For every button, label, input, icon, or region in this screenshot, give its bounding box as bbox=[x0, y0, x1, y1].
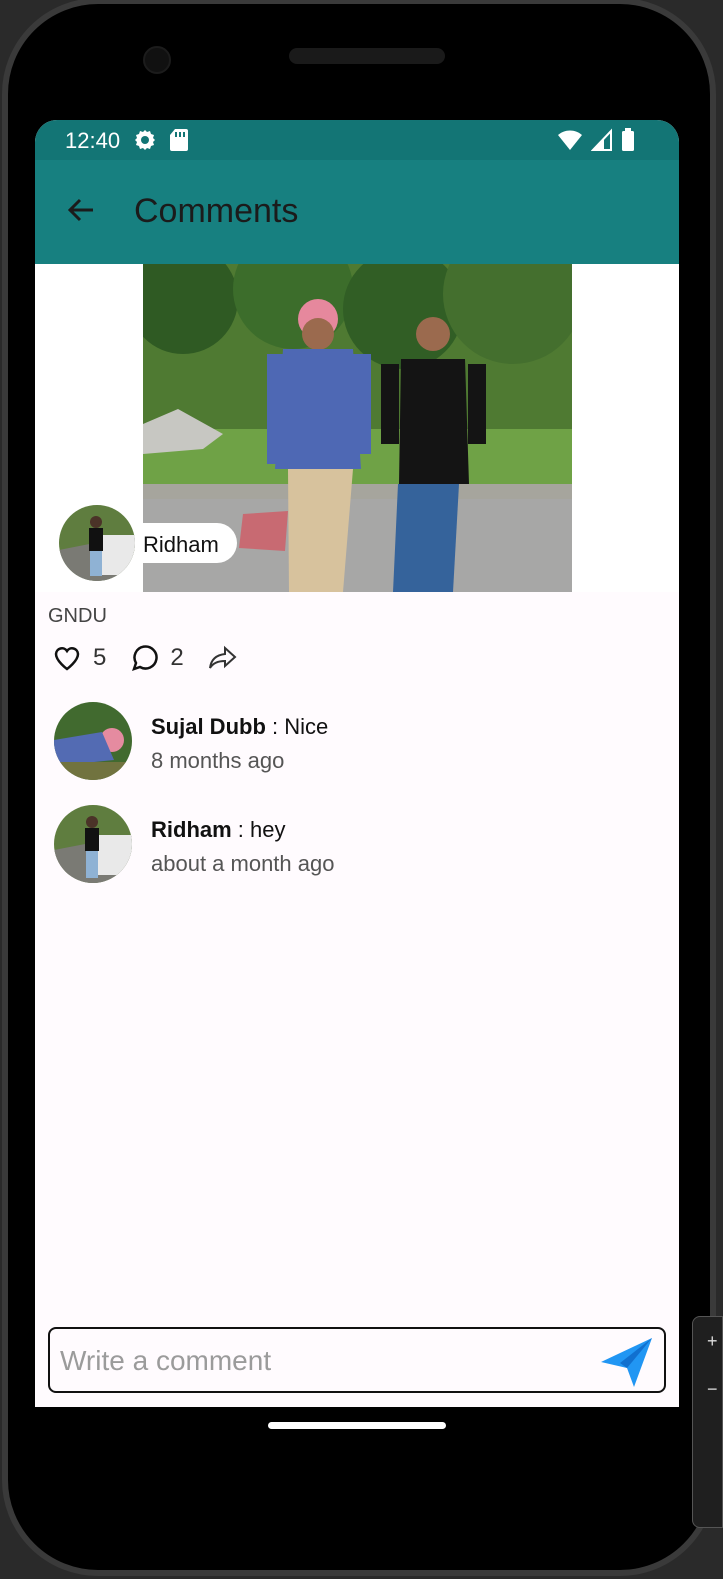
comment-body: hey bbox=[250, 817, 286, 842]
comment-avatar[interactable] bbox=[54, 805, 132, 883]
wifi-icon bbox=[558, 130, 582, 150]
comment-avatar[interactable] bbox=[54, 702, 132, 780]
author-avatar[interactable] bbox=[59, 505, 135, 581]
author-name-chip[interactable]: Ridham bbox=[125, 523, 237, 563]
app-screen: 12:40 Comments Ridham GNDU 5 2 Sujal Dub… bbox=[35, 120, 679, 1407]
home-indicator[interactable] bbox=[268, 1422, 446, 1429]
battery-icon bbox=[622, 128, 634, 151]
settings-icon bbox=[135, 130, 155, 150]
comment-item: Ridham : hey about a month ago bbox=[54, 805, 654, 885]
arrow-left-icon[interactable] bbox=[65, 194, 97, 226]
like-count: 5 bbox=[93, 644, 107, 671]
cellular-signal-icon bbox=[591, 128, 612, 151]
post-caption: GNDU bbox=[48, 605, 107, 627]
comment-body: Nice bbox=[284, 714, 329, 739]
comment-separator: : bbox=[231, 817, 251, 842]
comment-count: 2 bbox=[170, 644, 184, 671]
post-stats: 5 2 bbox=[53, 644, 238, 672]
comment-icon bbox=[132, 644, 159, 671]
comment-author[interactable]: Ridham bbox=[151, 817, 232, 842]
minus-icon[interactable]: − bbox=[707, 1379, 718, 1400]
comment-text: Sujal Dubb : Nice bbox=[151, 714, 328, 740]
app-bar: Comments bbox=[35, 160, 679, 264]
comment-separator: : bbox=[265, 714, 285, 739]
status-time: 12:40 bbox=[65, 128, 121, 153]
comment-count-button[interactable]: 2 bbox=[130, 644, 184, 672]
like-button[interactable]: 5 bbox=[53, 644, 106, 672]
page-title: Comments bbox=[134, 192, 299, 230]
comment-text: Ridham : hey bbox=[151, 817, 286, 843]
comment-time: 8 months ago bbox=[151, 748, 285, 773]
emulator-side-controls[interactable]: + − bbox=[692, 1316, 723, 1528]
heart-icon bbox=[54, 647, 80, 671]
author-name: Ridham bbox=[143, 532, 219, 557]
plus-icon[interactable]: + bbox=[707, 1331, 718, 1352]
comment-time: about a month ago bbox=[151, 851, 335, 876]
sd-card-icon bbox=[170, 129, 188, 151]
share-icon[interactable] bbox=[208, 645, 238, 671]
comment-composer bbox=[48, 1327, 666, 1393]
earpiece-speaker bbox=[289, 48, 445, 64]
comment-item: Sujal Dubb : Nice 8 months ago bbox=[54, 702, 654, 782]
send-icon[interactable] bbox=[598, 1333, 656, 1391]
front-camera bbox=[143, 46, 171, 74]
status-bar: 12:40 bbox=[35, 120, 679, 160]
comments-content: GNDU 5 2 Sujal Dubb : Nice 8 months ago bbox=[35, 592, 679, 1407]
comment-input[interactable] bbox=[58, 1339, 582, 1383]
comment-author[interactable]: Sujal Dubb bbox=[151, 714, 266, 739]
